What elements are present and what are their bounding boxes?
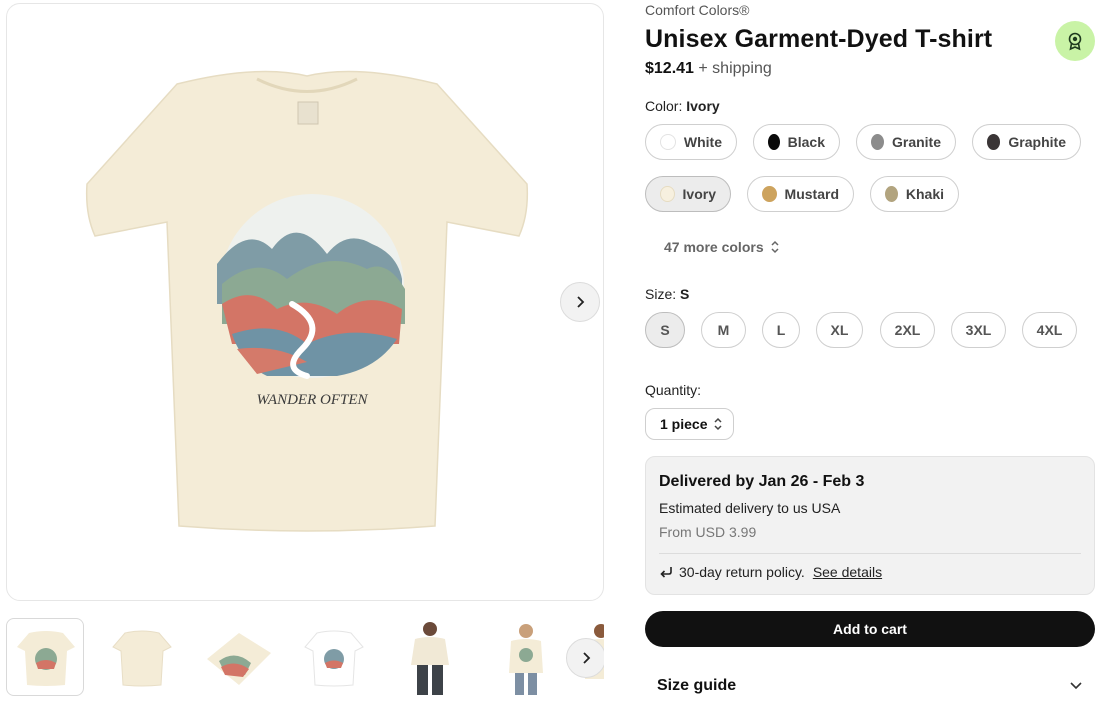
- return-arrow-icon: [660, 567, 672, 578]
- color-label-row: Color: Ivory: [645, 98, 720, 114]
- swatch-ivory: [660, 186, 675, 202]
- thumbnail-white-shirt[interactable]: [294, 618, 372, 696]
- quantity-select[interactable]: 1 piece: [645, 408, 734, 440]
- tshirt-illustration: WANDER OFTEN: [85, 70, 529, 532]
- color-option-label: Black: [787, 134, 825, 150]
- return-policy-text: 30-day return policy.: [679, 564, 805, 580]
- chevron-right-icon: [577, 296, 585, 308]
- color-option-graphite[interactable]: Graphite: [972, 124, 1081, 160]
- return-policy-row: 30-day return policy. See details: [659, 564, 882, 580]
- chevron-up-down-icon: [771, 240, 779, 254]
- size-option-m[interactable]: M: [701, 312, 746, 348]
- brand-name[interactable]: Comfort Colors®: [645, 2, 749, 18]
- thumbnail-front-design[interactable]: [6, 618, 84, 696]
- thumbnail-back-plain[interactable]: [102, 618, 180, 696]
- size-label-row: Size: S: [645, 286, 689, 302]
- size-option-s[interactable]: S: [645, 312, 685, 348]
- size-guide-label: Size guide: [657, 677, 737, 694]
- size-option-4xl[interactable]: 4XL: [1022, 312, 1077, 348]
- thumbnail-strip: [6, 618, 604, 698]
- product-title: Unisex Garment-Dyed T-shirt: [645, 25, 993, 53]
- color-option-label: Graphite: [1008, 134, 1066, 150]
- size-option-l[interactable]: L: [762, 312, 800, 348]
- divider: [659, 553, 1081, 554]
- award-badge[interactable]: [1055, 21, 1095, 61]
- color-option-label: Ivory: [682, 186, 716, 202]
- more-colors-label: 47 more colors: [664, 239, 764, 255]
- thumbnail-folded[interactable]: [198, 618, 276, 696]
- chevron-right-icon: [583, 652, 591, 664]
- thumbnails-next-button[interactable]: [566, 638, 604, 678]
- delivery-cost: From USD 3.99: [659, 524, 757, 540]
- see-details-link[interactable]: See details: [813, 564, 882, 580]
- size-guide-accordion[interactable]: Size guide: [657, 677, 1083, 695]
- chevron-down-icon: [1070, 682, 1082, 690]
- size-option-3xl[interactable]: 3XL: [951, 312, 1006, 348]
- quantity-label: Quantity:: [645, 382, 702, 398]
- color-selected-value: Ivory: [686, 98, 720, 114]
- size-option-2xl[interactable]: 2XL: [880, 312, 935, 348]
- size-option-xl[interactable]: XL: [816, 312, 863, 348]
- quantity-value: 1 piece: [660, 416, 708, 432]
- main-product-image[interactable]: WANDER OFTEN: [6, 3, 604, 601]
- swatch-black: [768, 134, 780, 150]
- size-selected-value: S: [680, 286, 690, 302]
- award-ribbon-icon: [1068, 32, 1082, 51]
- shipping-note: + shipping: [698, 60, 772, 77]
- price: $12.41: [645, 60, 694, 77]
- size-label: Size:: [645, 286, 677, 302]
- color-option-ivory[interactable]: Ivory: [645, 176, 731, 212]
- color-label: Color:: [645, 98, 683, 114]
- color-option-label: Khaki: [905, 186, 944, 202]
- color-option-label: Mustard: [784, 186, 839, 202]
- swatch-mustard: [762, 186, 777, 202]
- price-row: $12.41 + shipping: [645, 60, 772, 78]
- color-option-label: White: [683, 134, 722, 150]
- thumbnail-model-front[interactable]: [486, 618, 564, 696]
- swatch-white: [660, 134, 676, 150]
- color-option-khaki[interactable]: Khaki: [870, 176, 959, 212]
- color-option-black[interactable]: Black: [753, 124, 840, 160]
- add-to-cart-button[interactable]: Add to cart: [645, 611, 1095, 647]
- swatch-khaki: [885, 186, 898, 202]
- swatch-granite: [871, 134, 884, 150]
- color-option-label: Granite: [891, 134, 941, 150]
- chevron-up-down-icon: [714, 417, 723, 431]
- color-option-granite[interactable]: Granite: [856, 124, 956, 160]
- color-option-white[interactable]: White: [645, 124, 737, 160]
- color-option-mustard[interactable]: Mustard: [747, 176, 854, 212]
- delivery-info-card: Delivered by Jan 26 - Feb 3 Estimated de…: [645, 456, 1095, 595]
- main-image-next-button[interactable]: [560, 282, 600, 322]
- thumbnail-model-back[interactable]: [390, 618, 468, 696]
- more-colors-toggle[interactable]: 47 more colors: [664, 239, 780, 255]
- delivery-estimate: Estimated delivery to us USA: [659, 500, 841, 516]
- delivery-title: Delivered by Jan 26 - Feb 3: [659, 473, 865, 490]
- swatch-graphite: [987, 134, 1001, 150]
- shirt-print-text: WANDER OFTEN: [256, 392, 368, 408]
